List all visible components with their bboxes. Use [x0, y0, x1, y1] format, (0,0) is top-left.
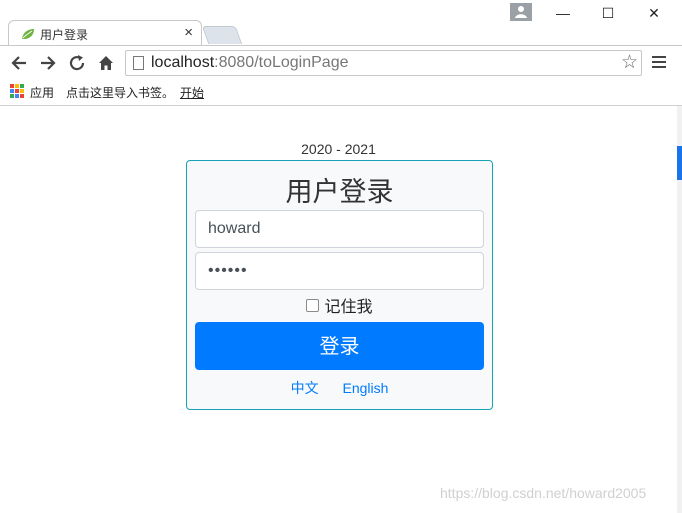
new-tab-button[interactable]: [201, 26, 243, 44]
username-input[interactable]: [195, 210, 484, 248]
apps-grid-icon[interactable]: [10, 84, 24, 98]
bookmarks-bar: 应用 点击这里导入书签。 开始: [0, 81, 682, 106]
bookmark-star-icon[interactable]: ☆: [621, 51, 638, 74]
maximize-icon[interactable]: ☐: [593, 5, 623, 22]
browser-toolbar: localhost:8080/toLoginPage ☆: [0, 45, 682, 82]
watermark: https://blog.csdn.net/howard2005: [440, 485, 647, 501]
bookmark-import[interactable]: 点击这里导入书签。: [66, 84, 174, 101]
page-content: 2020 - 2021 用户登录 记住我 登录 中文 English: [0, 106, 677, 513]
forward-arrow-icon[interactable]: [39, 54, 57, 77]
reload-icon[interactable]: [68, 54, 86, 77]
lang-chinese-link[interactable]: 中文: [291, 378, 319, 398]
browser-menu-icon[interactable]: [652, 56, 666, 71]
bookmark-start[interactable]: 开始: [180, 84, 204, 101]
spring-leaf-icon: [22, 29, 34, 39]
remember-me-checkbox[interactable]: [306, 299, 320, 313]
address-bar[interactable]: localhost:8080/toLoginPage ☆: [125, 50, 642, 76]
login-card: 用户登录 记住我 登录 中文 English: [186, 160, 493, 410]
back-arrow-icon[interactable]: [10, 54, 28, 77]
profile-avatar-icon[interactable]: [510, 3, 532, 21]
year-range: 2020 - 2021: [301, 141, 376, 157]
bookmark-apps[interactable]: 应用: [30, 84, 54, 101]
login-title: 用户登录: [285, 177, 394, 208]
minimize-icon[interactable]: —: [548, 5, 578, 21]
page-icon: [133, 56, 144, 70]
browser-title-bar: 用户登录 × — ☐ ✕: [0, 0, 682, 46]
login-button[interactable]: 登录: [195, 322, 484, 370]
home-icon[interactable]: [97, 54, 115, 77]
lang-english-link[interactable]: English: [342, 380, 388, 396]
url-text: localhost:8080/toLoginPage: [151, 54, 349, 71]
tab-title: 用户登录: [40, 28, 89, 42]
remember-me-row: 记住我: [187, 293, 492, 317]
password-input[interactable]: [195, 252, 484, 290]
language-switcher: 中文 English: [187, 378, 492, 398]
browser-tab[interactable]: 用户登录 ×: [8, 20, 202, 46]
remember-me-label: 记住我: [324, 297, 373, 316]
tab-close-icon[interactable]: ×: [184, 24, 193, 41]
window-close-icon[interactable]: ✕: [639, 5, 669, 22]
side-panel-edge: [677, 106, 682, 513]
tab-strip: 用户登录 ×: [0, 0, 682, 46]
